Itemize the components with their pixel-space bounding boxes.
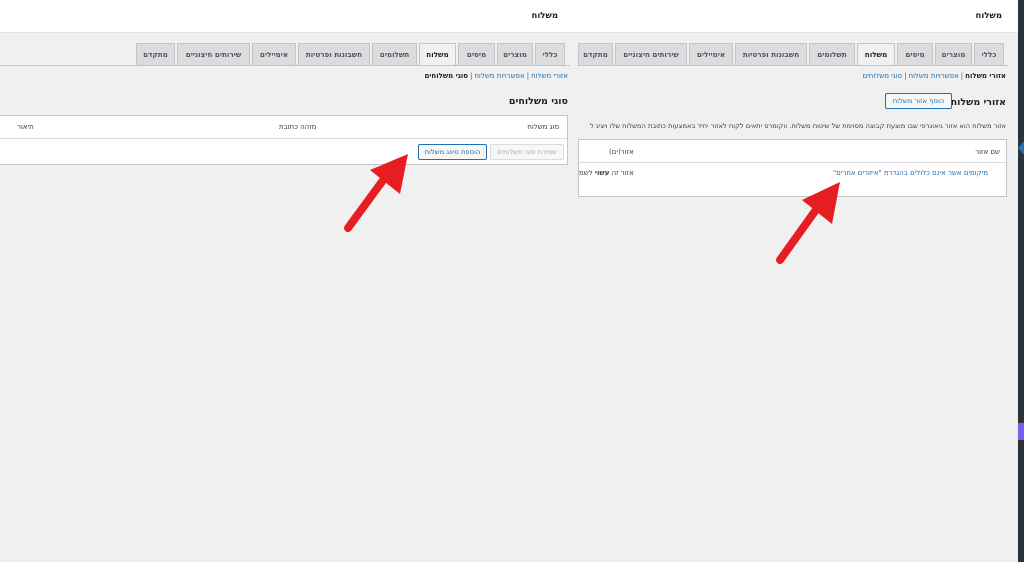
column-header-class: סוג משלוח	[527, 123, 559, 131]
page-title: משלוח	[975, 11, 1003, 21]
active-marker	[1018, 423, 1024, 440]
tab-accounts-privacy[interactable]: חשבונות ופרטיות	[735, 43, 807, 65]
add-shipping-zone-button[interactable]: הוסף אזור משלוח	[885, 93, 952, 109]
column-header-zone-name: שם אזור	[975, 148, 1000, 156]
tabs-divider	[0, 65, 570, 66]
tab-integrations[interactable]: שירותים חיצוניים	[615, 43, 687, 65]
subnav-separator: |	[960, 72, 964, 80]
settings-tabs: כללי מוצרים מיסים משלוח תשלומים חשבונות …	[0, 43, 578, 66]
tab-emails[interactable]: אימיילים	[252, 43, 296, 65]
other-zones-link[interactable]: מיקומים אשר אינם כלולים בהגדרת "איזורים …	[833, 169, 988, 177]
subnav-separator: |	[526, 72, 530, 80]
tab-general[interactable]: כללי	[535, 43, 565, 65]
red-arrow-icon	[776, 182, 840, 264]
shipping-classes-table: סוג משלוח מזהה כתובת תיאור שמירת סוגי מש…	[0, 115, 568, 165]
editor-sidebar-strip	[1018, 0, 1024, 562]
section-heading: אזורי משלוח	[950, 97, 1006, 108]
top-bar: משלוח	[0, 0, 578, 33]
tab-products[interactable]: מוצרים	[935, 43, 972, 65]
table-divider	[579, 162, 1006, 163]
column-header-slug: מזהה כתובת	[279, 123, 317, 131]
tab-shipping[interactable]: משלוח	[419, 43, 456, 66]
tab-shipping[interactable]: משלוח	[857, 43, 895, 66]
tab-payments[interactable]: תשלומים	[809, 43, 855, 65]
tab-advanced[interactable]: מתקדם	[136, 43, 175, 65]
shipping-classes-pane: משלוח כללי מוצרים מיסים משלוח תשלומים חש…	[0, 0, 578, 562]
collapse-chevron-icon[interactable]	[1018, 141, 1024, 155]
subnav-options[interactable]: אפשרויות משלוח	[908, 72, 958, 80]
section-heading: סוגי משלוחים	[508, 96, 568, 107]
shipping-subnav: אזורי משלוח|אפשרויות משלוח|סוגי משלוחים	[424, 72, 568, 80]
save-shipping-classes-button[interactable]: שמירת סוגי משלוחים	[490, 144, 564, 160]
tab-integrations[interactable]: שירותים חיצוניים	[177, 43, 250, 65]
subnav-zones[interactable]: אזורי משלוח	[531, 72, 568, 80]
column-header-description: תיאור	[17, 123, 34, 131]
shipping-zones-pane: משלוח כללי מוצרים מיסים משלוח תשלומים חש…	[578, 0, 1018, 562]
subnav-options[interactable]: אפשרויות משלוח	[474, 72, 524, 80]
red-arrow-icon	[344, 154, 408, 232]
other-zones-note: אזור זה עשוי לשמ	[579, 169, 634, 177]
zones-description: אזור משלוח הוא אזור גיאוגרפי שבו מוצעת ק…	[590, 122, 1006, 130]
tab-products[interactable]: מוצרים	[497, 43, 533, 65]
tab-emails[interactable]: אימיילים	[689, 43, 733, 65]
note-suffix: לשמ	[579, 169, 595, 177]
tab-payments[interactable]: תשלומים	[372, 43, 417, 65]
tab-tax[interactable]: מיסים	[897, 43, 933, 65]
tab-tax[interactable]: מיסים	[458, 43, 495, 65]
shipping-subnav: אזורי משלוח|אפשרויות משלוח|סוגי משלוחים	[863, 72, 1006, 80]
add-shipping-class-button[interactable]: הוספת סיווג משלוח	[418, 144, 487, 160]
tab-advanced[interactable]: מתקדם	[578, 43, 613, 65]
subnav-zones[interactable]: אזורי משלוח	[965, 72, 1006, 80]
subnav-separator: |	[904, 72, 907, 80]
top-bar: משלוח	[578, 0, 1018, 33]
column-header-regions: אזור(ים)	[609, 148, 634, 156]
subnav-classes[interactable]: סוגי משלוחים	[424, 72, 468, 80]
subnav-classes[interactable]: סוגי משלוחים	[863, 72, 903, 80]
page-title: משלוח	[531, 11, 559, 21]
note-bold: עשוי	[594, 169, 610, 177]
tabs-divider	[578, 65, 1008, 66]
settings-tabs: כללי מוצרים מיסים משלוח תשלומים חשבונות …	[578, 43, 1018, 66]
table-divider	[0, 138, 567, 139]
note-prefix: אזור זה	[609, 169, 634, 177]
tab-general[interactable]: כללי	[974, 43, 1004, 65]
subnav-separator: |	[470, 72, 473, 80]
tab-accounts-privacy[interactable]: חשבונות ופרטיות	[298, 43, 370, 65]
